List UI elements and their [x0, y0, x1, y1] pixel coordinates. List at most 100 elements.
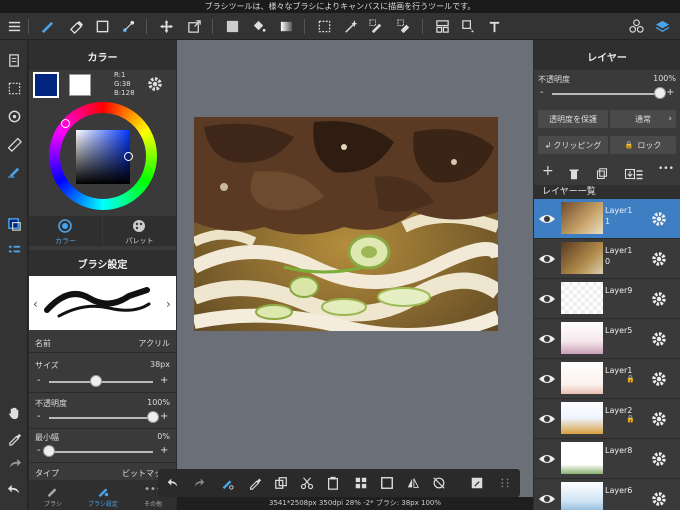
minwidth-slider-knob[interactable] [43, 445, 55, 457]
opacity-slider-track[interactable] [49, 417, 153, 419]
size-slider-knob[interactable] [89, 375, 102, 387]
minwidth-minus-button[interactable]: - [37, 446, 41, 456]
layer-list-icon[interactable] [4, 240, 24, 260]
opacity-minus-button[interactable]: - [37, 412, 41, 422]
text-tool-icon[interactable] [484, 16, 504, 36]
select-pen-icon[interactable] [366, 16, 386, 36]
snap-pen-icon[interactable] [4, 160, 24, 180]
saturation-square[interactable] [76, 130, 130, 184]
brush-preview[interactable]: ‹ › [29, 276, 176, 330]
fill-color-icon[interactable] [222, 16, 242, 36]
move-tool-icon[interactable] [156, 16, 176, 36]
protect-alpha-button[interactable]: 透明度を保護 [538, 110, 608, 128]
clipping-button[interactable]: ↲ クリッピング [538, 136, 608, 154]
cut-icon[interactable] [298, 474, 316, 492]
flip-horizontal-icon[interactable] [404, 474, 422, 492]
layer-row[interactable]: Layer1 🔒 [534, 359, 680, 399]
marquee-tool-icon[interactable] [314, 16, 334, 36]
grid-icon[interactable] [352, 474, 370, 492]
size-minus-button[interactable]: - [37, 376, 41, 386]
layer-row[interactable]: Layer2 🔒 [534, 399, 680, 439]
fit-canvas-icon[interactable] [378, 474, 396, 492]
brush-name-value[interactable]: アクリル [138, 338, 170, 349]
layer-opacity-minus-button[interactable]: - [540, 88, 544, 98]
copy-icon[interactable] [272, 474, 290, 492]
layer-settings-gear-icon[interactable] [650, 490, 668, 508]
pages-icon[interactable] [4, 50, 24, 70]
pen-snap-icon[interactable] [218, 474, 236, 492]
layer-list-view-icon[interactable] [632, 165, 646, 180]
shape-tool-icon[interactable] [92, 16, 112, 36]
redo-icon[interactable] [4, 454, 24, 474]
tab-palette[interactable]: パレット [103, 216, 176, 246]
select-eraser-icon[interactable] [394, 16, 414, 36]
opacity-plus-button[interactable]: + [160, 412, 168, 422]
layer-row[interactable]: Layer9 [534, 279, 680, 319]
layer-settings-gear-icon[interactable] [650, 330, 668, 348]
minwidth-slider-track[interactable] [49, 451, 153, 453]
brush-tool-icon[interactable] [36, 16, 56, 36]
rotate-canvas-icon[interactable] [4, 106, 24, 126]
frame-divider-icon[interactable] [432, 16, 452, 36]
visibility-eye-icon[interactable] [538, 331, 556, 347]
transform-tool-icon[interactable] [184, 16, 204, 36]
tab-brush-settings[interactable]: ブラシ設定 [81, 484, 125, 508]
layer-settings-gear-icon[interactable] [650, 250, 668, 268]
layer-opacity-plus-button[interactable]: + [666, 88, 674, 98]
layer-settings-gear-icon[interactable] [650, 210, 668, 228]
layer-row[interactable]: Layer11 [534, 199, 680, 239]
visibility-eye-icon[interactable] [538, 211, 556, 227]
visibility-eye-icon[interactable] [538, 291, 556, 307]
visibility-eye-icon[interactable] [538, 371, 556, 387]
layer-more-icon[interactable]: ••• [658, 164, 676, 178]
selection-toggle-icon[interactable] [4, 78, 24, 98]
visibility-eye-icon[interactable] [538, 411, 556, 427]
rotate-reset-icon[interactable] [430, 474, 448, 492]
select-brush-icon[interactable] [118, 16, 138, 36]
eyedropper-quick-icon[interactable] [246, 474, 264, 492]
drag-handle-icon[interactable] [496, 474, 514, 492]
canvas-artwork[interactable] [194, 117, 498, 331]
layer-opacity-slider-track[interactable] [552, 93, 660, 95]
lock-button[interactable]: 🔒 ロック [610, 136, 676, 154]
visibility-eye-icon[interactable] [538, 451, 556, 467]
layer-settings-gear-icon[interactable] [650, 370, 668, 388]
menu-icon[interactable] [4, 16, 24, 36]
size-plus-button[interactable]: + [160, 376, 168, 386]
magic-wand-icon[interactable] [340, 16, 360, 36]
minwidth-plus-button[interactable]: + [160, 446, 168, 456]
opacity-slider-knob[interactable] [147, 411, 159, 423]
saturation-picker[interactable] [124, 152, 133, 161]
layer-row[interactable]: Layer8 [534, 439, 680, 479]
add-layer-icon[interactable]: + [542, 164, 556, 178]
undo-icon[interactable] [4, 480, 24, 500]
layer-row[interactable]: Layer10 [534, 239, 680, 279]
redo-icon[interactable] [190, 474, 208, 492]
bucket-tool-icon[interactable] [248, 16, 268, 36]
visibility-eye-icon[interactable] [538, 491, 556, 507]
hue-picker[interactable] [61, 119, 70, 128]
color-swatch-icon[interactable] [4, 214, 24, 234]
edit-mode-icon[interactable] [468, 474, 486, 492]
layer-opacity-slider-knob[interactable] [654, 87, 666, 99]
materials-icon[interactable] [626, 16, 646, 36]
eraser-tool-icon[interactable] [66, 16, 86, 36]
layer-row[interactable]: Layer6 [534, 479, 680, 510]
color-settings-gear-icon[interactable] [146, 75, 164, 93]
delete-layer-icon[interactable] [568, 165, 580, 180]
tab-brush[interactable]: ブラシ [33, 484, 73, 508]
visibility-eye-icon[interactable] [538, 251, 556, 267]
hand-tool-icon[interactable] [4, 402, 24, 422]
layer-settings-gear-icon[interactable] [650, 410, 668, 428]
layer-row[interactable]: Layer5 [534, 319, 680, 359]
eyedropper-icon[interactable] [4, 428, 24, 448]
layer-settings-gear-icon[interactable] [650, 290, 668, 308]
gradient-tool-icon[interactable] [276, 16, 296, 36]
duplicate-layer-icon[interactable] [596, 165, 608, 180]
paste-icon[interactable] [324, 474, 342, 492]
secondary-color-swatch[interactable] [69, 74, 91, 96]
blend-mode-button[interactable]: 通常 › [610, 110, 676, 128]
canvas-area[interactable] [177, 40, 533, 510]
tab-color[interactable]: カラー [29, 216, 102, 246]
operation-tool-icon[interactable] [458, 16, 478, 36]
